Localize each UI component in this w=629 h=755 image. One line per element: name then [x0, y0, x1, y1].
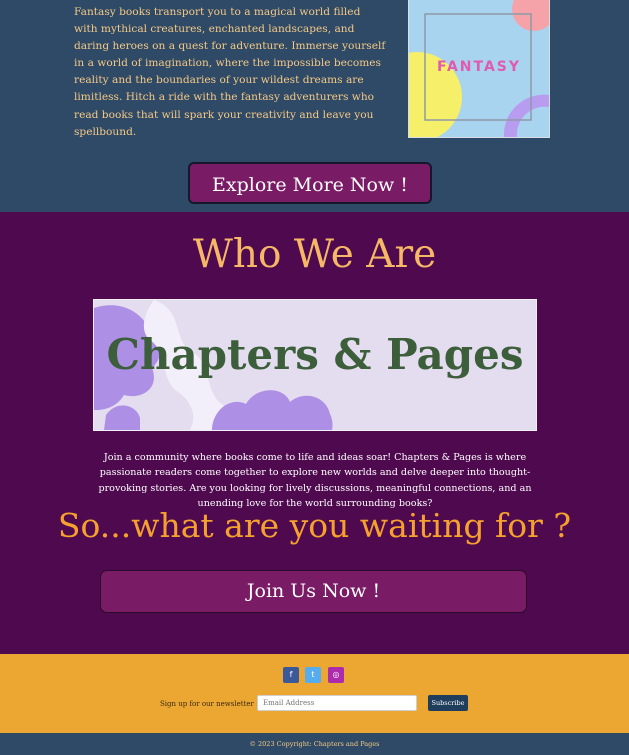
explore-more-button[interactable]: Explore More Now ! — [188, 162, 432, 204]
section-title: Who We Are — [192, 232, 437, 277]
facebook-icon[interactable]: f — [283, 667, 299, 683]
footer: f t ◎ Sign up for our newsletter : Subsc… — [0, 654, 629, 733]
intro-text: Fantasy books transport you to a magical… — [74, 6, 386, 138]
copyright-text: © 2023 Copyright: Chapters and Pages — [249, 740, 380, 748]
twitter-icon[interactable]: t — [305, 667, 321, 683]
newsletter-label: Sign up for our newsletter : — [160, 700, 259, 708]
about-section: Who We Are Chapters & Pages Join a commu… — [0, 212, 629, 654]
email-input[interactable] — [257, 695, 417, 711]
cover-art: FANTASY — [409, 0, 549, 137]
brand-banner: Chapters & Pages — [93, 299, 537, 431]
community-description: Join a community where books come to lif… — [98, 452, 532, 510]
brand-name: Chapters & Pages — [106, 330, 524, 379]
cover-label: FANTASY — [437, 59, 521, 75]
fantasy-book-cover: FANTASY — [408, 0, 550, 138]
cta-heading: So...what are you waiting for ? — [57, 506, 572, 545]
join-us-button[interactable]: Join Us Now ! — [100, 570, 527, 613]
subscribe-button[interactable]: Subscribe — [428, 695, 468, 711]
copyright-bar: © 2023 Copyright: Chapters and Pages — [0, 733, 629, 755]
instagram-icon[interactable]: ◎ — [328, 667, 344, 683]
intro-section: Fantasy books transport you to a magical… — [0, 0, 629, 212]
